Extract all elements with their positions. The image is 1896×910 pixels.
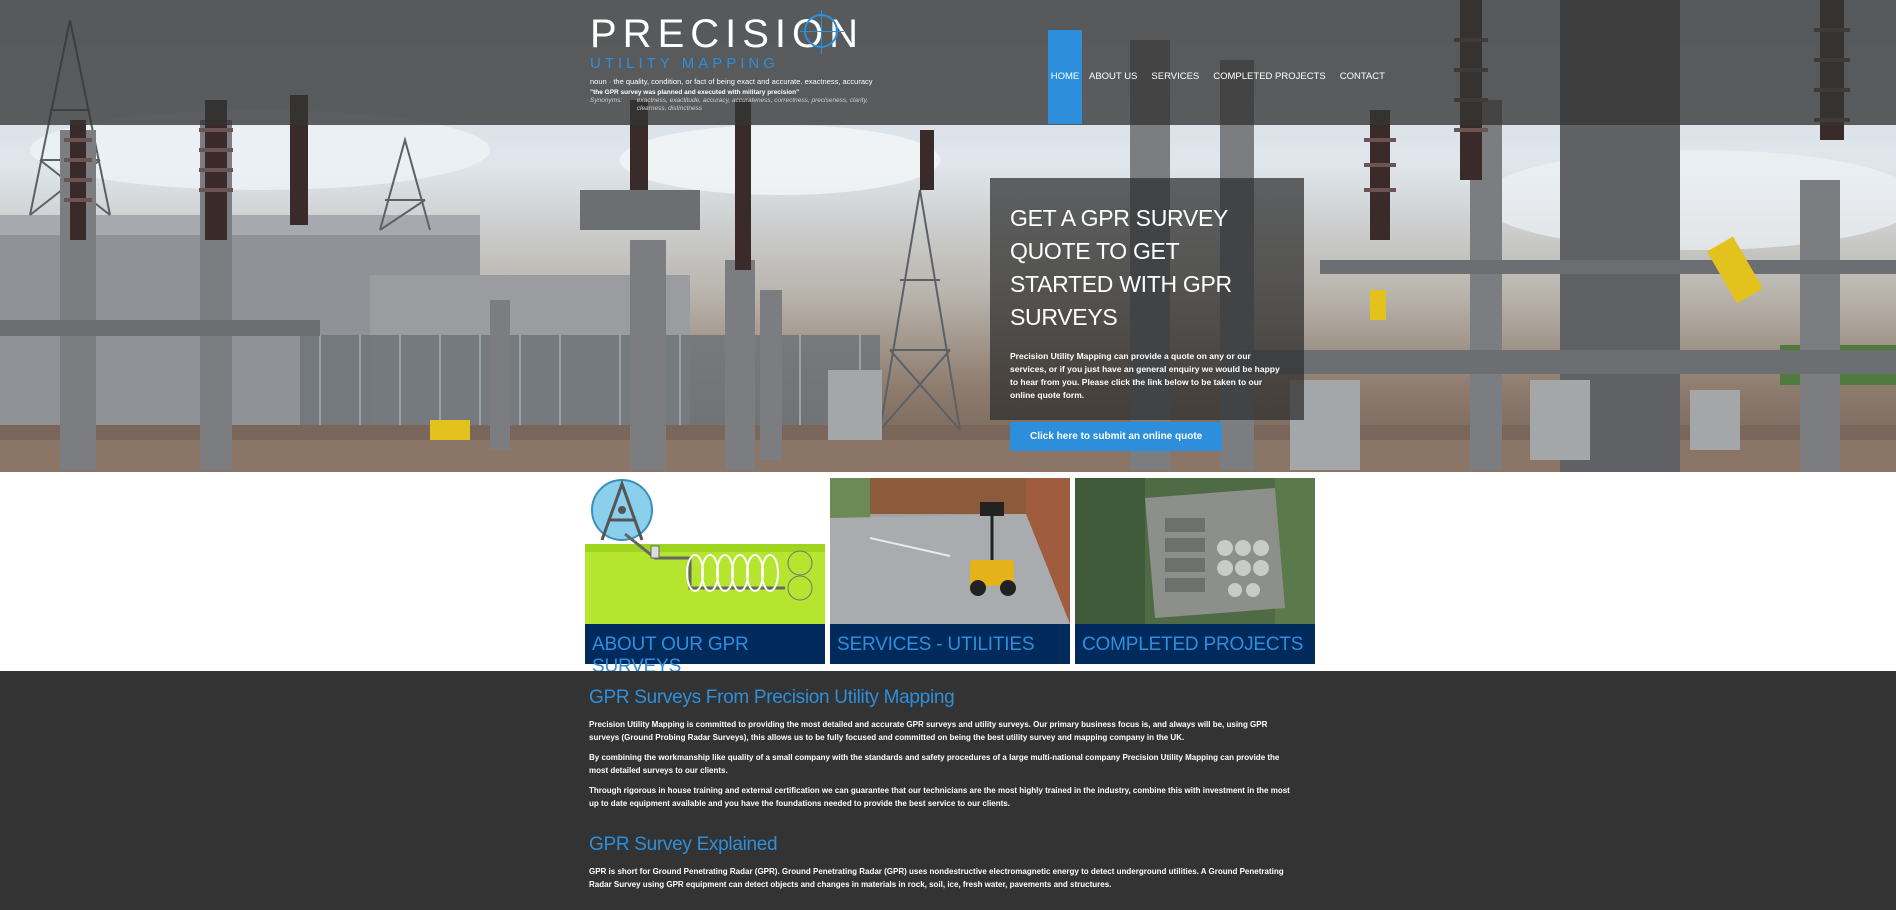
tile-label: COMPLETED PROJECTS xyxy=(1075,624,1315,664)
tile-label: ABOUT OUR GPR SURVEYS xyxy=(585,624,825,677)
synonyms-label: Synonyms: xyxy=(590,97,623,104)
nav-about-us[interactable]: ABOUT US xyxy=(1082,30,1144,124)
logo-subtitle: UTILITY MAPPING xyxy=(590,55,779,72)
gpr-diagram-image xyxy=(585,478,825,624)
logo-quote: "the GPR survey was planned and executed… xyxy=(590,89,800,96)
gpr-cart-image xyxy=(830,478,1070,624)
tile-services-utilities[interactable]: SERVICES - UTILITIES xyxy=(830,478,1070,664)
logo-wordmark: PRECISION xyxy=(590,10,865,56)
heading-gpr-explained: GPR Survey Explained xyxy=(589,834,778,855)
heading-gpr-surveys: GPR Surveys From Precision Utility Mappi… xyxy=(589,687,955,708)
quote-text: Precision Utility Mapping can provide a … xyxy=(1010,351,1280,400)
tile-completed-projects[interactable]: COMPLETED PROJECTS xyxy=(1075,478,1315,664)
crosshair-icon xyxy=(800,10,844,54)
nav-services[interactable]: SERVICES xyxy=(1144,30,1206,124)
hero-banner: PRECISION UTILITY MAPPING noun · the qua… xyxy=(0,0,1896,472)
paragraph: Through rigorous in house training and e… xyxy=(589,786,1290,808)
quote-panel: GET A GPR SURVEY QUOTE TO GET STARTED WI… xyxy=(990,178,1304,451)
paragraph: By combining the workmanship like qualit… xyxy=(589,753,1280,775)
tile-label: SERVICES - UTILITIES xyxy=(830,624,1070,664)
nav-completed-projects[interactable]: COMPLETED PROJECTS xyxy=(1206,30,1332,124)
content-body: GPR Surveys From Precision Utility Mappi… xyxy=(589,685,1294,891)
nav-contact[interactable]: CONTACT xyxy=(1333,30,1392,124)
header-bar xyxy=(0,0,1896,125)
synonyms-text: exactness, exactitude, accuracy, accurat… xyxy=(636,97,869,112)
online-quote-button[interactable]: Click here to submit an online quote xyxy=(1010,422,1223,451)
feature-tiles: ABOUT OUR GPR SURVEYS SERVICES - UTILITI… xyxy=(585,478,1315,677)
paragraph: Precision Utility Mapping is committed t… xyxy=(589,720,1268,742)
logo-synonyms: Synonyms: exactness, exactitude, accurac… xyxy=(590,97,890,113)
site-logo[interactable]: PRECISION UTILITY MAPPING noun · the qua… xyxy=(590,10,890,113)
nav-home[interactable]: HOME xyxy=(1048,30,1082,124)
tile-about-gpr[interactable]: ABOUT OUR GPR SURVEYS xyxy=(585,478,825,677)
aerial-site-image xyxy=(1075,478,1315,624)
main-nav: HOME ABOUT US SERVICES COMPLETED PROJECT… xyxy=(1048,30,1392,124)
paragraph: GPR is short for Ground Penetrating Rada… xyxy=(589,867,1284,889)
logo-definition: noun · the quality, condition, or fact o… xyxy=(590,77,873,86)
content-section: GPR Surveys From Precision Utility Mappi… xyxy=(0,671,1896,910)
quote-title: GET A GPR SURVEY QUOTE TO GET STARTED WI… xyxy=(1010,205,1232,330)
